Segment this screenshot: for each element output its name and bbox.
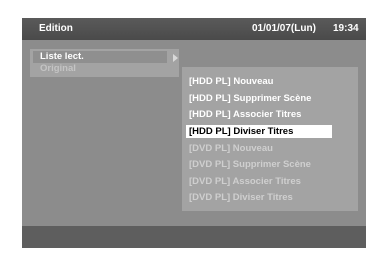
submenu-item-dvd-nouveau[interactable]: [DVD PL] Nouveau (186, 142, 332, 155)
menu-item-original[interactable]: Original (33, 63, 167, 75)
title-bar: Edition 01/01/07(Lun) 19:34 (22, 18, 366, 40)
submenu-item-dvd-supprimer-scene[interactable]: [DVD PL] Supprimer Scène (186, 158, 332, 171)
submenu-item-hdd-diviser-titres[interactable]: [HDD PL] Diviser Titres (186, 125, 332, 138)
submenu-item-hdd-supprimer-scene[interactable]: [HDD PL] Supprimer Scène (186, 92, 332, 105)
main-menu: Liste lect. Original (30, 49, 179, 77)
submenu-item-hdd-associer-titres[interactable]: [HDD PL] Associer Titres (186, 108, 332, 121)
edition-screen: Edition 01/01/07(Lun) 19:34 Liste lect. … (22, 18, 366, 248)
screen-title: Edition (39, 23, 73, 34)
bottom-bar (22, 226, 366, 248)
submenu-item-hdd-nouveau[interactable]: [HDD PL] Nouveau (186, 75, 332, 88)
date-display: 01/01/07(Lun) (252, 23, 316, 34)
submenu-item-dvd-associer-titres[interactable]: [DVD PL] Associer Titres (186, 175, 332, 188)
time-display: 19:34 (333, 23, 359, 34)
submenu-item-dvd-diviser-titres[interactable]: [DVD PL] Diviser Titres (186, 191, 332, 204)
submenu-panel: [HDD PL] Nouveau [HDD PL] Supprimer Scèn… (182, 67, 358, 211)
triangle-right-icon (173, 54, 178, 62)
menu-item-liste-lect[interactable]: Liste lect. (33, 51, 167, 63)
